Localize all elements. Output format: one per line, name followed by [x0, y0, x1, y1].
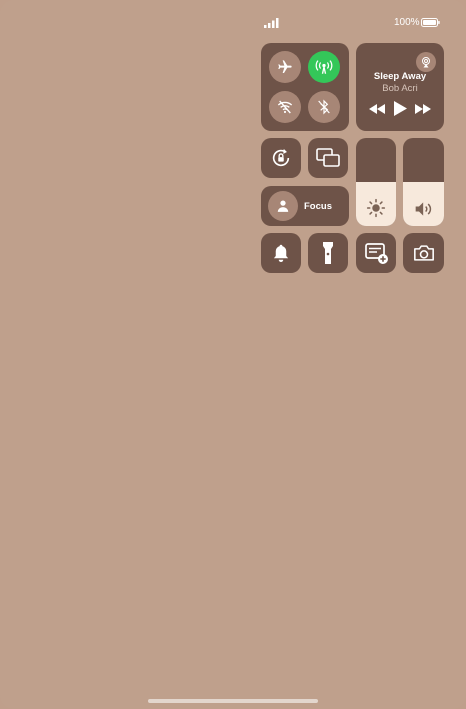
speaker-icon — [415, 202, 431, 216]
now-playing-artist: Bob Acri — [382, 83, 418, 94]
wifi-toggle[interactable] — [269, 91, 301, 123]
home-indicator[interactable] — [148, 699, 318, 703]
quick-note-button[interactable] — [356, 233, 396, 273]
airplay-button[interactable] — [416, 52, 436, 72]
volume-slider[interactable] — [403, 138, 444, 226]
focus-icon-circle — [268, 191, 298, 221]
cellular-data-toggle[interactable] — [308, 51, 340, 83]
connectivity-module — [261, 43, 349, 131]
flashlight-button[interactable] — [308, 233, 348, 273]
silent-mode-button[interactable] — [261, 233, 301, 273]
bluetooth-toggle[interactable] — [308, 91, 340, 123]
focus-label: Focus — [304, 201, 332, 212]
camera-icon — [414, 245, 434, 261]
battery-percentage: 100% — [394, 17, 420, 28]
airplane-icon — [278, 60, 292, 73]
bluetooth-off-icon — [318, 99, 330, 115]
person-icon — [277, 200, 289, 212]
orientation-lock-button[interactable] — [261, 138, 301, 178]
now-playing-module[interactable]: Sleep Away Bob Acri — [356, 43, 444, 131]
sun-icon — [366, 198, 386, 218]
brightness-slider[interactable] — [356, 138, 396, 226]
screen-mirroring-icon — [316, 148, 340, 167]
control-center: 100% Sleep Away Bob Acri Focus — [0, 0, 466, 709]
battery-icon — [421, 18, 440, 27]
bell-icon — [273, 244, 289, 262]
screen-mirroring-button[interactable] — [308, 138, 348, 178]
focus-button[interactable]: Focus — [261, 186, 349, 226]
cellular-signal-icon — [264, 18, 279, 28]
next-track-icon[interactable] — [415, 104, 431, 114]
wifi-off-icon — [277, 100, 293, 114]
airplane-mode-toggle[interactable] — [269, 51, 301, 83]
rotation-lock-icon — [272, 148, 290, 167]
airplay-audio-icon — [422, 57, 430, 68]
play-icon[interactable] — [394, 101, 407, 116]
flashlight-icon — [323, 242, 333, 264]
camera-button[interactable] — [403, 233, 444, 273]
status-bar: 100% — [0, 14, 466, 32]
previous-track-icon[interactable] — [369, 104, 385, 114]
quick-note-icon — [365, 243, 388, 264]
antenna-icon — [315, 60, 333, 74]
now-playing-title: Sleep Away — [373, 71, 427, 82]
